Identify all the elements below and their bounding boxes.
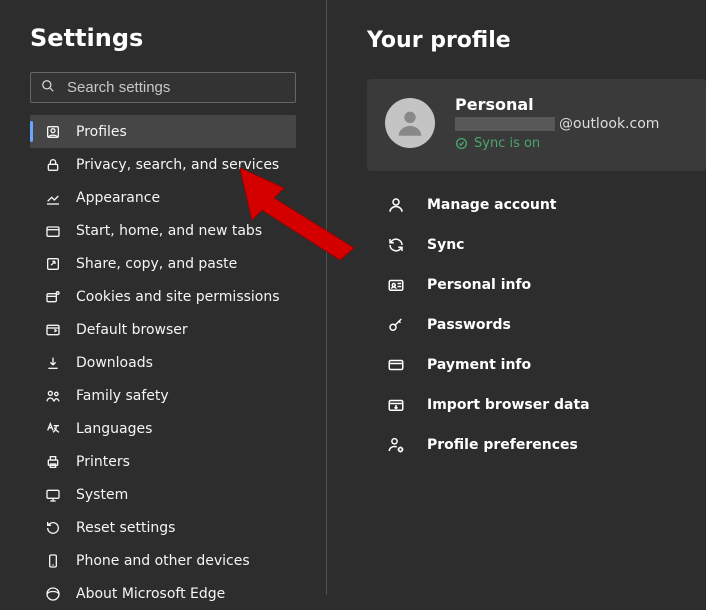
settings-nav: Profiles Privacy, search, and services A… xyxy=(30,115,296,610)
sidebar-item-label: Cookies and site permissions xyxy=(76,289,280,305)
sidebar-item-label: Languages xyxy=(76,421,152,437)
sidebar-item-label: Start, home, and new tabs xyxy=(76,223,262,239)
system-icon xyxy=(44,486,62,504)
option-label: Passwords xyxy=(427,317,511,333)
sidebar-item-label: Privacy, search, and services xyxy=(76,157,279,173)
sidebar-item-reset[interactable]: Reset settings xyxy=(30,511,296,544)
languages-icon xyxy=(44,420,62,438)
profile-email: @outlook.com xyxy=(455,116,688,132)
person-icon xyxy=(387,196,405,214)
family-icon xyxy=(44,387,62,405)
reset-icon xyxy=(44,519,62,537)
sidebar-item-family[interactable]: Family safety xyxy=(30,379,296,412)
redacted-email-local xyxy=(455,117,555,131)
idcard-icon xyxy=(387,276,405,294)
printer-icon xyxy=(44,453,62,471)
sidebar-item-label: Appearance xyxy=(76,190,160,206)
sidebar-item-label: Share, copy, and paste xyxy=(76,256,237,272)
sidebar-item-share[interactable]: Share, copy, and paste xyxy=(30,247,296,280)
key-icon xyxy=(387,316,405,334)
option-payment[interactable]: Payment info xyxy=(367,345,706,385)
sidebar-item-downloads[interactable]: Downloads xyxy=(30,346,296,379)
sidebar-item-about[interactable]: About Microsoft Edge xyxy=(30,577,296,610)
profile-panel: Your profile Personal @outlook.com Sync … xyxy=(327,0,706,595)
sidebar-item-label: Profiles xyxy=(76,124,127,140)
sync-icon xyxy=(387,236,405,254)
edge-icon xyxy=(44,585,62,603)
search-input[interactable] xyxy=(67,79,285,96)
sidebar-item-printers[interactable]: Printers xyxy=(30,445,296,478)
share-icon xyxy=(44,255,62,273)
option-profile-preferences[interactable]: Profile preferences xyxy=(367,425,706,465)
profile-options: Manage account Sync Personal info Passwo… xyxy=(367,185,706,465)
cookies-icon xyxy=(44,288,62,306)
option-personal-info[interactable]: Personal info xyxy=(367,265,706,305)
sidebar-item-label: Downloads xyxy=(76,355,153,371)
sidebar-item-privacy[interactable]: Privacy, search, and services xyxy=(30,148,296,181)
sync-ok-icon xyxy=(455,137,468,150)
search-icon xyxy=(41,78,67,97)
sidebar-item-label: Reset settings xyxy=(76,520,175,536)
sidebar-item-label: Phone and other devices xyxy=(76,553,250,569)
sidebar-item-languages[interactable]: Languages xyxy=(30,412,296,445)
appearance-icon xyxy=(44,189,62,207)
import-icon xyxy=(387,396,405,414)
sidebar-item-label: About Microsoft Edge xyxy=(76,586,225,602)
option-label: Sync xyxy=(427,237,464,253)
settings-sidebar: Settings Profiles Privacy, search, and xyxy=(0,0,327,595)
sync-status: Sync is on xyxy=(455,136,688,151)
option-import[interactable]: Import browser data xyxy=(367,385,706,425)
lock-icon xyxy=(44,156,62,174)
tabs-icon xyxy=(44,222,62,240)
email-domain: @outlook.com xyxy=(559,116,659,132)
person-gear-icon xyxy=(387,436,405,454)
phone-icon xyxy=(44,552,62,570)
sidebar-item-phone[interactable]: Phone and other devices xyxy=(30,544,296,577)
sidebar-item-label: Printers xyxy=(76,454,130,470)
sidebar-item-default-browser[interactable]: Default browser xyxy=(30,313,296,346)
sidebar-item-label: System xyxy=(76,487,128,503)
card-icon xyxy=(387,356,405,374)
profile-name: Personal xyxy=(455,95,688,114)
option-label: Import browser data xyxy=(427,397,590,413)
settings-title: Settings xyxy=(30,24,296,52)
download-icon xyxy=(44,354,62,372)
search-settings[interactable] xyxy=(30,72,296,103)
profile-card[interactable]: Personal @outlook.com Sync is on xyxy=(367,79,706,171)
option-label: Profile preferences xyxy=(427,437,578,453)
sidebar-item-cookies[interactable]: Cookies and site permissions xyxy=(30,280,296,313)
option-manage-account[interactable]: Manage account xyxy=(367,185,706,225)
browser-icon xyxy=(44,321,62,339)
profiles-icon xyxy=(44,123,62,141)
option-sync[interactable]: Sync xyxy=(367,225,706,265)
sidebar-item-appearance[interactable]: Appearance xyxy=(30,181,296,214)
page-title: Your profile xyxy=(367,28,706,53)
sidebar-item-label: Default browser xyxy=(76,322,188,338)
sidebar-item-label: Family safety xyxy=(76,388,169,404)
avatar xyxy=(385,98,435,148)
sidebar-item-start[interactable]: Start, home, and new tabs xyxy=(30,214,296,247)
option-passwords[interactable]: Passwords xyxy=(367,305,706,345)
option-label: Payment info xyxy=(427,357,531,373)
option-label: Personal info xyxy=(427,277,531,293)
sidebar-item-profiles[interactable]: Profiles xyxy=(30,115,296,148)
option-label: Manage account xyxy=(427,197,556,213)
sidebar-item-system[interactable]: System xyxy=(30,478,296,511)
